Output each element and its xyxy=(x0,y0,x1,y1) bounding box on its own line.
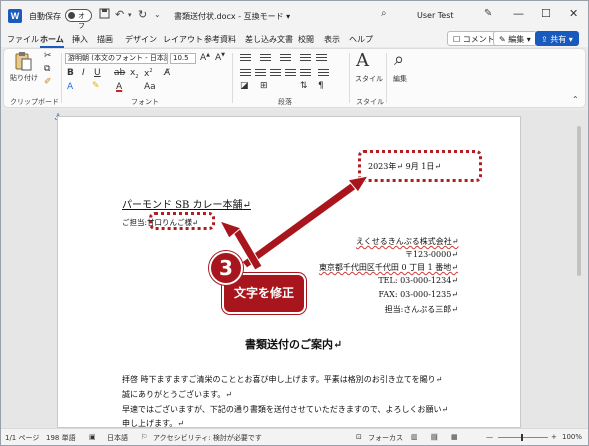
language-label[interactable]: 日本語 xyxy=(107,433,128,443)
accessibility-status[interactable]: アクセシビリティ: 検討が必要です xyxy=(153,433,262,443)
annotation-arrows xyxy=(218,175,370,271)
read-mode-icon[interactable]: ▥ xyxy=(411,433,418,441)
word-count[interactable]: 198 単語 xyxy=(46,433,76,443)
zoom-slider[interactable] xyxy=(498,434,548,441)
page-count[interactable]: 1/1 ページ xyxy=(5,433,39,443)
zoom-level[interactable]: 100% xyxy=(562,433,582,441)
zoom-in-icon[interactable]: + xyxy=(551,433,557,441)
web-layout-icon[interactable]: ▦ xyxy=(451,433,458,441)
zoom-out-icon[interactable]: — xyxy=(486,433,493,441)
focus-icon[interactable]: ⊡ xyxy=(356,433,362,441)
proofing-icon[interactable]: ▣ xyxy=(89,433,96,441)
status-bar: 1/1 ページ 198 単語 ▣ 日本語 ⚐ アクセシビリティ: 検討が必要です… xyxy=(1,428,588,445)
accessibility-icon[interactable]: ⚐ xyxy=(141,433,147,441)
zoom-slider-knob[interactable] xyxy=(521,434,523,441)
step-number-badge: 3 xyxy=(209,251,243,285)
print-layout-icon[interactable]: ▤ xyxy=(431,433,438,441)
focus-label[interactable]: フォーカス xyxy=(368,433,403,443)
